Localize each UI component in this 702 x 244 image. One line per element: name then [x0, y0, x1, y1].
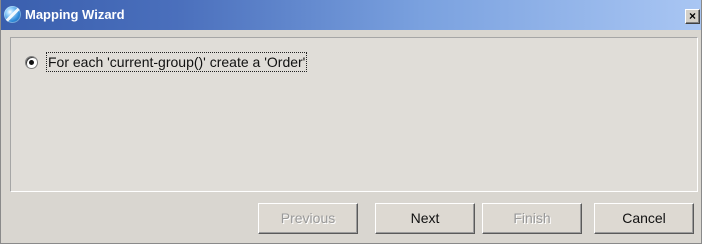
option-label[interactable]: For each 'current-group()' create a 'Ord…	[45, 52, 308, 72]
close-button[interactable]: ×	[685, 9, 700, 24]
previous-button[interactable]: Previous	[258, 203, 358, 234]
next-button[interactable]: Next	[375, 203, 475, 234]
app-orb-icon	[4, 6, 21, 23]
radio-button[interactable]	[25, 55, 38, 69]
radio-selected-dot	[29, 59, 34, 65]
mapping-option[interactable]: For each 'current-group()' create a 'Ord…	[25, 49, 308, 75]
titlebar: Mapping Wizard ×	[1, 0, 701, 30]
mapping-wizard-window: Mapping Wizard × For each 'current-group…	[0, 0, 702, 244]
finish-button[interactable]: Finish	[482, 203, 582, 234]
window-title: Mapping Wizard	[25, 7, 125, 22]
cancel-button[interactable]: Cancel	[594, 203, 694, 234]
